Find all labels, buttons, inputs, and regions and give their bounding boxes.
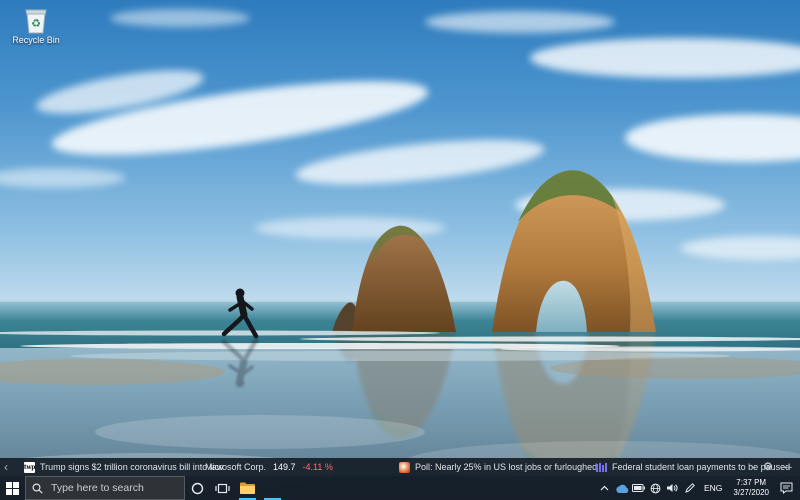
clock-date: 3/27/2020 [733, 488, 769, 498]
search-input[interactable] [49, 481, 173, 495]
search-icon [32, 483, 43, 494]
washington-post-logo-icon: twp [24, 462, 35, 473]
taskbar: ENG 7:37 PM 3/27/2020 [0, 476, 800, 500]
gear-icon[interactable]: ⚙ [763, 458, 773, 476]
onedrive-tray-button[interactable] [614, 476, 630, 500]
action-center-icon [780, 482, 793, 494]
recycle-bin-glyph: ♻ [23, 6, 49, 34]
publisher-logo-icon [596, 462, 607, 473]
ticker-item-headline-2[interactable]: Poll: Nearly 25% in US lost jobs or furl… [399, 458, 597, 476]
cortana-icon [191, 482, 204, 495]
cortana-button[interactable] [185, 476, 210, 500]
news-source-logo-icon [399, 462, 410, 473]
onedrive-cloud-icon [615, 484, 629, 493]
ticker-prev-button[interactable]: ‹ [4, 458, 8, 476]
action-center-button[interactable] [775, 476, 797, 500]
windows-ink-tray-button[interactable] [682, 476, 698, 500]
file-explorer-icon [240, 482, 255, 494]
pen-icon [685, 483, 695, 493]
news-interests-bar: ‹ twp Trump signs $2 trillion coronaviru… [0, 458, 800, 476]
headline-text: Trump signs $2 trillion coronavirus bill… [40, 462, 223, 472]
svg-text:♻: ♻ [31, 18, 41, 30]
stock-change: -4.11 % [303, 462, 333, 472]
volume-tray-button[interactable] [665, 476, 681, 500]
file-explorer-button[interactable] [235, 476, 260, 500]
system-tray: ENG 7:37 PM 3/27/2020 [597, 476, 800, 500]
language-indicator[interactable]: ENG [699, 476, 727, 500]
desktop-wallpaper [0, 0, 800, 500]
taskbar-clock[interactable]: 7:37 PM 3/27/2020 [728, 476, 774, 500]
network-globe-icon [650, 483, 661, 494]
dismiss-ticker-icon[interactable]: — [782, 462, 792, 473]
speaker-icon [667, 483, 678, 493]
chevron-left-icon: ‹ [4, 458, 8, 476]
recycle-bin-icon[interactable]: ♻ Recycle Bin [8, 6, 64, 46]
task-view-icon [215, 482, 230, 495]
stock-price: 149.7 [273, 462, 296, 472]
edge-button[interactable] [260, 476, 285, 500]
chevron-up-icon [600, 485, 609, 491]
start-button[interactable] [0, 476, 25, 500]
tray-expand-button[interactable] [597, 476, 613, 500]
headline-text: Poll: Nearly 25% in US lost jobs or furl… [415, 462, 597, 472]
windows-desktop: ♻ Recycle Bin ‹ twp Trump signs $2 trill… [0, 0, 800, 500]
ticker-controls: › ⚙ — [750, 458, 792, 476]
chevron-right-icon[interactable]: › [750, 458, 754, 476]
battery-icon [632, 484, 645, 492]
edge-icon [266, 481, 280, 495]
battery-tray-button[interactable] [631, 476, 647, 500]
recycle-bin-label: Recycle Bin [12, 36, 60, 46]
taskbar-search-box[interactable] [25, 476, 185, 500]
clock-time: 7:37 PM [733, 478, 769, 488]
windows-logo-icon [6, 482, 19, 495]
ticker-item-stock[interactable]: Microsoft Corp. 149.7 -4.11 % [205, 458, 333, 476]
task-view-button[interactable] [210, 476, 235, 500]
ticker-item-headline-1[interactable]: twp Trump signs $2 trillion coronavirus … [24, 458, 223, 476]
stock-name: Microsoft Corp. [205, 462, 266, 472]
network-tray-button[interactable] [648, 476, 664, 500]
